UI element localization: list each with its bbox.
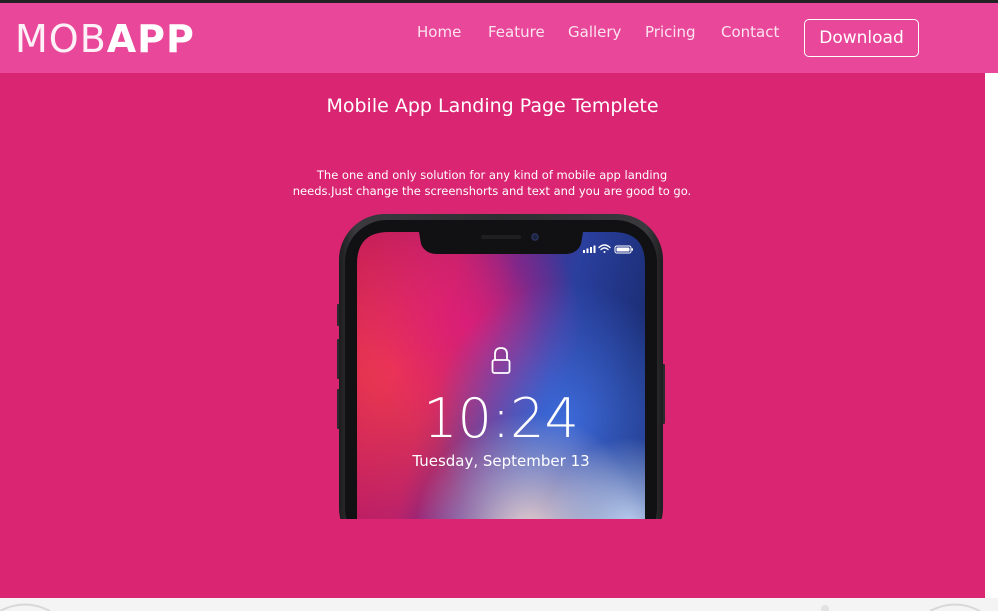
download-button[interactable]: Download [804, 19, 919, 57]
nav-link-feature[interactable]: Feature [488, 22, 545, 42]
front-camera-icon [531, 233, 539, 241]
lockscreen-time: 10:24 [423, 387, 579, 450]
phone-illustration: 10:24 Tuesday, September 13 [337, 214, 665, 519]
phone-mockup: 10:24 Tuesday, September 13 [337, 214, 665, 519]
hero-subtitle: The one and only solution for any kind o… [292, 168, 692, 198]
speaker-icon [481, 235, 521, 239]
lockscreen-date: Tuesday, September 13 [411, 452, 589, 470]
nav-link-home[interactable]: Home [417, 22, 461, 42]
navbar: MOBAPP Home Feature Gallery Pricing Cont… [0, 3, 998, 73]
nav-link-gallery[interactable]: Gallery [568, 22, 621, 42]
hero-section: Mobile App Landing Page Templete The one… [0, 73, 985, 598]
page: MOBAPP Home Feature Gallery Pricing Cont… [0, 0, 998, 611]
nav-link-pricing[interactable]: Pricing [645, 22, 696, 42]
page-right-gutter [985, 73, 998, 598]
nav-link-contact[interactable]: Contact [721, 22, 779, 42]
hero-title: Mobile App Landing Page Templete [326, 95, 659, 117]
phone-screen [357, 232, 645, 519]
next-section-peek [0, 598, 998, 611]
